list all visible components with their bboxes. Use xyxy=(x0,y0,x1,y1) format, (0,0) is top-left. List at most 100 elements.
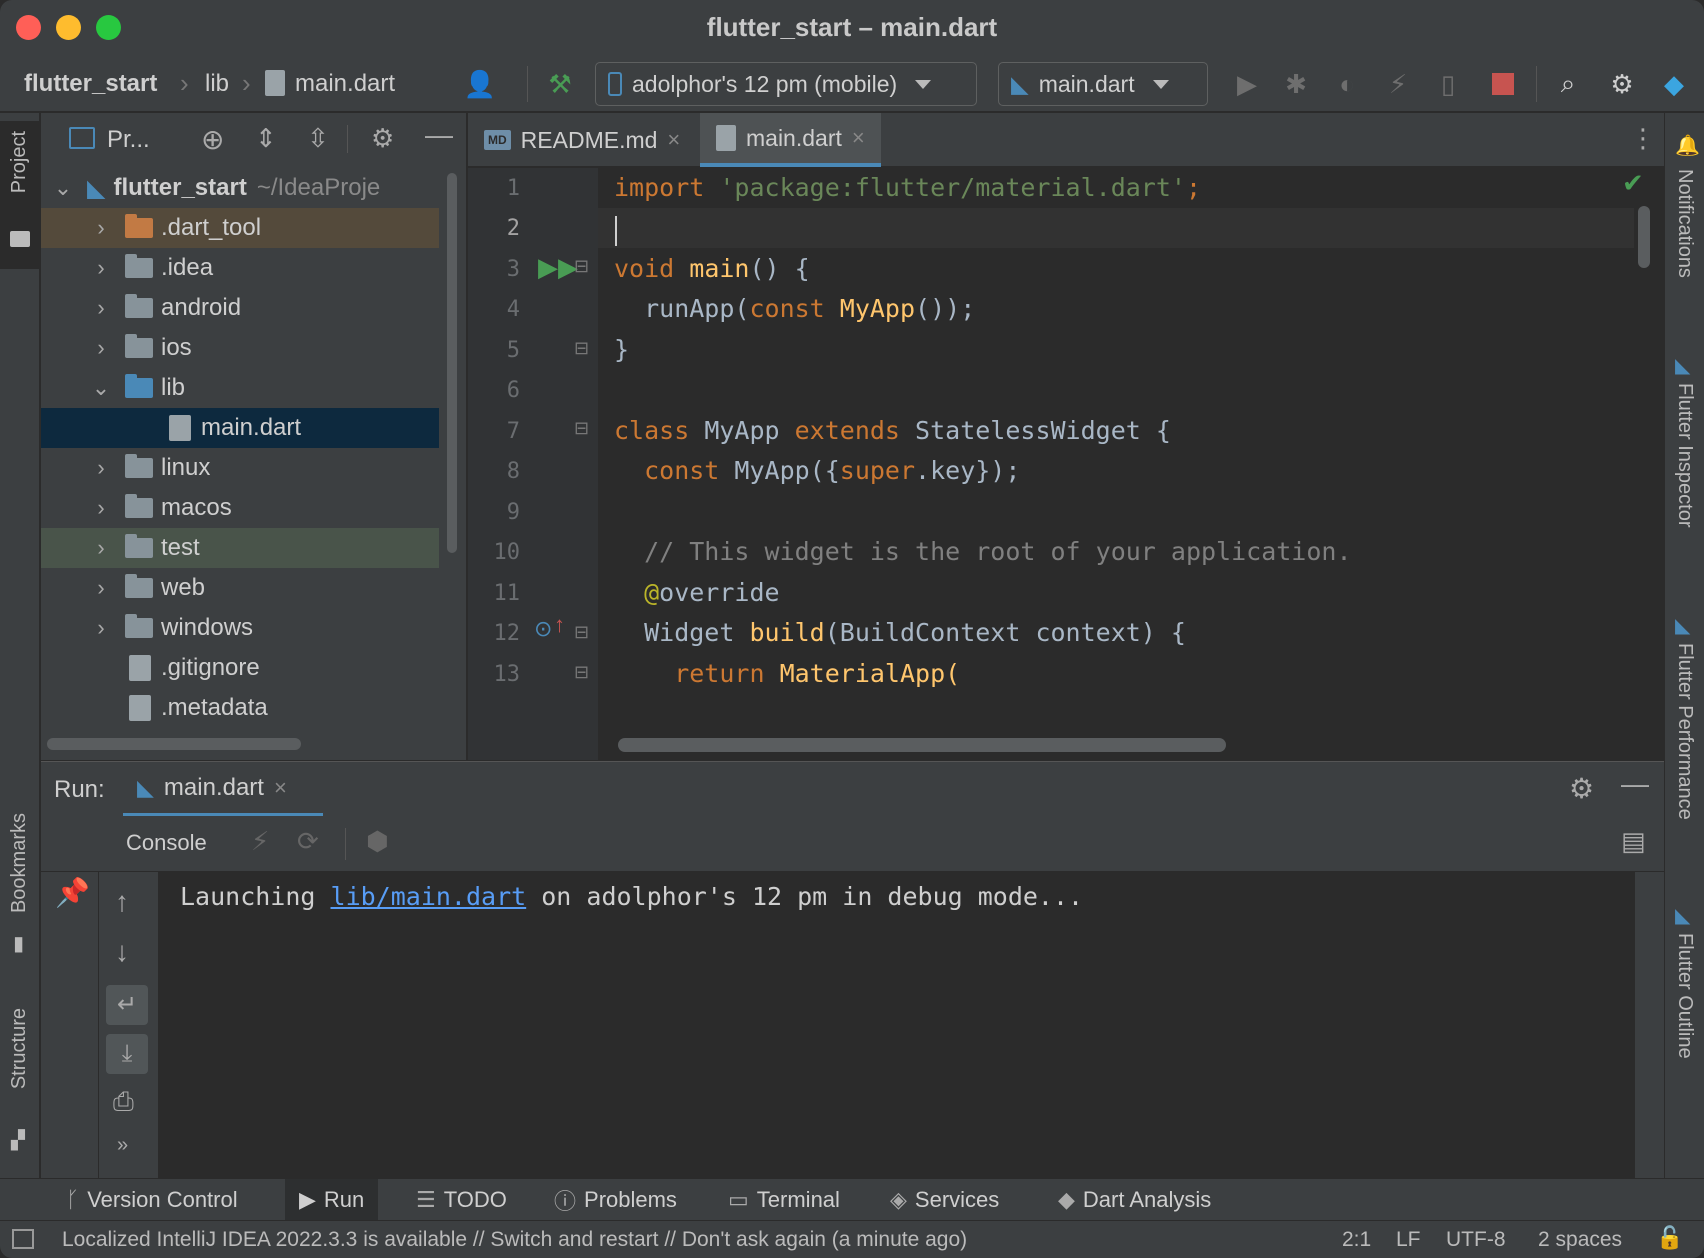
build-hammer-icon[interactable]: ⚒ xyxy=(540,64,580,104)
gear-icon[interactable]: ⚙ xyxy=(1602,64,1642,104)
code-editor[interactable]: 1 2 3 4 5 6 7 8 9 10 11 12 13 ▶▶ ⊙ ↑ ⊟ ⊟… xyxy=(468,168,1664,760)
minimize-icon[interactable]: — xyxy=(1621,768,1649,800)
tree-item-linux[interactable]: › linux xyxy=(41,448,439,488)
device-mirror-icon[interactable]: ▯ xyxy=(1428,64,1468,104)
run-icon[interactable]: ▶ xyxy=(1227,64,1267,104)
web-folder-icon xyxy=(125,574,153,598)
tree-root[interactable]: ⌄ ◣ flutter_start ~/IdeaProje xyxy=(41,168,439,208)
tree-item-dart-tool[interactable]: › .dart_tool xyxy=(41,208,439,248)
tab-main-dart[interactable]: main.dart × xyxy=(700,113,881,167)
check-icon[interactable]: ✔ xyxy=(1622,168,1644,199)
fold-icon[interactable]: ⊟ xyxy=(574,622,589,643)
collapse-all-icon[interactable]: ⇳ xyxy=(307,123,329,154)
gear-icon[interactable]: ⚙ xyxy=(371,123,394,154)
scroll-to-end-icon[interactable]: ⤓ xyxy=(106,1034,148,1074)
console-output[interactable]: Launching lib/main.dart on adolphor's 12… xyxy=(160,872,1635,1178)
arrow-up-icon[interactable]: ↑ xyxy=(115,886,129,918)
flutter-performance-label: Flutter Performance xyxy=(1674,643,1696,820)
override-gutter-icon[interactable]: ⊙ xyxy=(534,616,552,642)
search-icon[interactable]: ⌕ xyxy=(1548,64,1588,104)
console-tab[interactable]: Console xyxy=(126,830,207,856)
more-vertical-icon[interactable]: ⋮ xyxy=(1630,123,1656,154)
devtools-icon[interactable]: ⬢ xyxy=(366,826,389,857)
caret-position[interactable]: 2:1 xyxy=(1342,1228,1371,1252)
debug-icon[interactable]: ✱ xyxy=(1276,64,1316,104)
tree-item-test[interactable]: › test xyxy=(41,528,439,568)
hot-reload-icon[interactable]: ⚡ xyxy=(1378,64,1418,104)
terminal-tool-button[interactable]: ▭ Terminal xyxy=(714,1179,854,1221)
flutter-inspector-tool-button[interactable]: ◣ Flutter Inspector xyxy=(1665,353,1704,643)
run-gutter-icon[interactable]: ▶▶ xyxy=(538,252,578,283)
print-icon[interactable]: ⎙ xyxy=(113,1086,134,1118)
editor-horizontal-scrollbar[interactable] xyxy=(618,738,1226,752)
stop-icon[interactable] xyxy=(1483,64,1523,104)
flutter-performance-tool-button[interactable]: ◣ Flutter Performance xyxy=(1665,613,1704,903)
toggle-tool-windows-icon[interactable] xyxy=(12,1229,34,1249)
locate-icon[interactable]: ⊕ xyxy=(201,123,224,156)
user-icon[interactable]: 👤 xyxy=(460,64,500,104)
line-separator[interactable]: LF xyxy=(1396,1228,1421,1252)
breadcrumb-file[interactable]: main.dart xyxy=(295,70,395,98)
close-icon[interactable]: × xyxy=(274,775,287,801)
vertical-scrollbar[interactable] xyxy=(447,173,457,553)
horizontal-scrollbar[interactable] xyxy=(47,738,301,750)
todo-tool-button[interactable]: ☰ TODO xyxy=(402,1179,521,1221)
profile-icon[interactable]: ◐ xyxy=(1327,64,1367,104)
fold-icon[interactable]: ⊟ xyxy=(574,338,589,359)
tree-item-android[interactable]: › android xyxy=(41,288,439,328)
gear-icon[interactable]: ⚙ xyxy=(1569,772,1594,805)
toolbox-logo-icon[interactable]: ◆ xyxy=(1654,64,1694,104)
project-panel-title[interactable]: Pr... xyxy=(107,126,150,154)
breadcrumb-project[interactable]: flutter_start xyxy=(24,70,157,98)
tree-item-web[interactable]: › web xyxy=(41,568,439,608)
editor-vertical-scrollbar[interactable] xyxy=(1638,206,1650,268)
run-config-selector[interactable]: ◣ main.dart xyxy=(998,62,1208,106)
problems-tool-button[interactable]: ⓘ Problems xyxy=(540,1179,691,1221)
minimize-icon[interactable]: — xyxy=(425,119,453,151)
tree-item-metadata[interactable]: .metadata xyxy=(41,688,439,728)
more-icon[interactable]: » xyxy=(117,1134,128,1157)
folder-icon xyxy=(125,494,153,518)
fold-icon[interactable]: ⊟ xyxy=(574,662,589,683)
tool-window-label: Services xyxy=(914,1187,1000,1212)
indent-setting[interactable]: 2 spaces xyxy=(1538,1228,1622,1252)
code-line-8: const MyApp({super.key}); xyxy=(614,456,1021,485)
hot-restart-icon[interactable]: ⟳ xyxy=(297,826,319,857)
file-encoding[interactable]: UTF-8 xyxy=(1446,1228,1506,1252)
bookmarks-tool-button[interactable]: Bookmarks ▮ xyxy=(0,813,40,963)
arrow-down-icon[interactable]: ↓ xyxy=(115,936,129,968)
project-tool-button[interactable]: Project xyxy=(0,121,40,269)
soft-wrap-icon[interactable]: ↵ xyxy=(106,985,148,1025)
test-folder-icon xyxy=(125,534,153,558)
tree-item-idea[interactable]: › .idea xyxy=(41,248,439,288)
tree-item-lib[interactable]: ⌄ lib xyxy=(41,368,439,408)
pin-icon[interactable]: 📌 xyxy=(55,876,90,909)
layout-icon[interactable]: ▤ xyxy=(1621,826,1646,857)
tree-item-ios[interactable]: › ios xyxy=(41,328,439,368)
tree-item-gitignore[interactable]: .gitignore xyxy=(41,648,439,688)
status-message[interactable]: Localized IntelliJ IDEA 2022.3.3 is avai… xyxy=(62,1228,967,1252)
lock-icon[interactable]: 🔓 xyxy=(1656,1225,1683,1251)
device-selector[interactable]: adolphor's 12 pm (mobile) xyxy=(595,62,977,106)
tree-item-windows[interactable]: › windows xyxy=(41,608,439,648)
services-tool-button[interactable]: ◈ Services xyxy=(876,1179,1013,1221)
fold-icon[interactable]: ⊟ xyxy=(574,256,589,277)
version-control-tool-button[interactable]: ᚴ Version Control xyxy=(52,1179,252,1221)
structure-tool-button[interactable]: Structure ▞ xyxy=(0,1008,40,1158)
run-tab-main-dart[interactable]: ◣ main.dart × xyxy=(123,762,323,817)
file-link[interactable]: lib/main.dart xyxy=(331,882,527,911)
hot-reload-icon[interactable]: ⚡ xyxy=(251,826,269,857)
tab-readme[interactable]: MD README.md × xyxy=(468,113,696,167)
dart-analysis-tool-button[interactable]: ◆ Dart Analysis xyxy=(1044,1179,1225,1221)
run-panel-header: Run: ◣ main.dart × ⚙ — xyxy=(41,761,1664,817)
close-icon[interactable]: × xyxy=(852,125,865,151)
close-icon[interactable]: × xyxy=(667,127,680,153)
ide-window: flutter_start – main.dart flutter_start … xyxy=(0,0,1704,1258)
tree-item-main-dart[interactable]: main.dart xyxy=(41,408,439,448)
expand-all-icon[interactable]: ⇕ xyxy=(255,123,277,154)
breadcrumb-folder[interactable]: lib xyxy=(205,70,229,98)
tree-item-macos[interactable]: › macos xyxy=(41,488,439,528)
fold-icon[interactable]: ⊟ xyxy=(574,418,589,439)
flutter-outline-tool-button[interactable]: ◣ Flutter Outline xyxy=(1665,903,1704,1103)
run-tool-button[interactable]: ▶ Run xyxy=(285,1179,379,1221)
